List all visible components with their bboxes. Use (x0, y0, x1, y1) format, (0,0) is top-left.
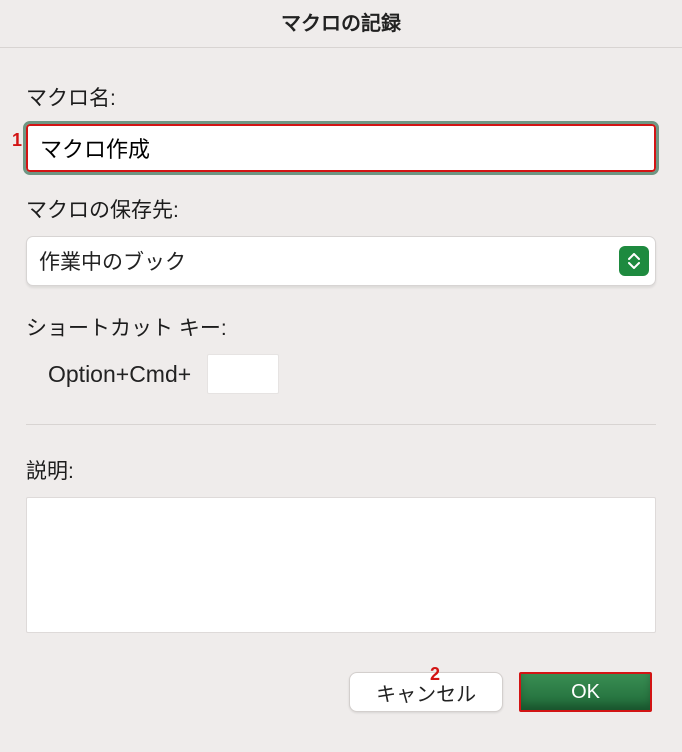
cancel-button[interactable]: キャンセル (349, 672, 503, 712)
description-textarea[interactable] (26, 497, 656, 633)
save-dest-select[interactable]: 作業中のブック (26, 236, 656, 286)
annotation-2: 2 (430, 664, 440, 685)
save-dest-value: 作業中のブック (39, 246, 186, 276)
button-row: キャンセル OK (26, 672, 656, 712)
ok-button[interactable]: OK (519, 672, 652, 712)
dialog-body: 1 マクロ名: マクロの保存先: 作業中のブック ショートカット キー: Opt… (0, 48, 682, 712)
shortcut-label: ショートカット キー: (26, 312, 656, 342)
chevron-up-down-icon (619, 246, 649, 276)
shortcut-key-input[interactable] (207, 354, 279, 394)
divider (26, 424, 656, 425)
shortcut-prefix: Option+Cmd+ (48, 361, 191, 388)
dialog-title: マクロの記録 (0, 0, 682, 48)
macro-name-input[interactable] (26, 124, 656, 172)
annotation-1: 1 (12, 130, 22, 151)
save-dest-label: マクロの保存先: (26, 194, 656, 224)
description-label: 説明: (26, 455, 656, 485)
macro-name-label: マクロ名: (26, 82, 656, 112)
